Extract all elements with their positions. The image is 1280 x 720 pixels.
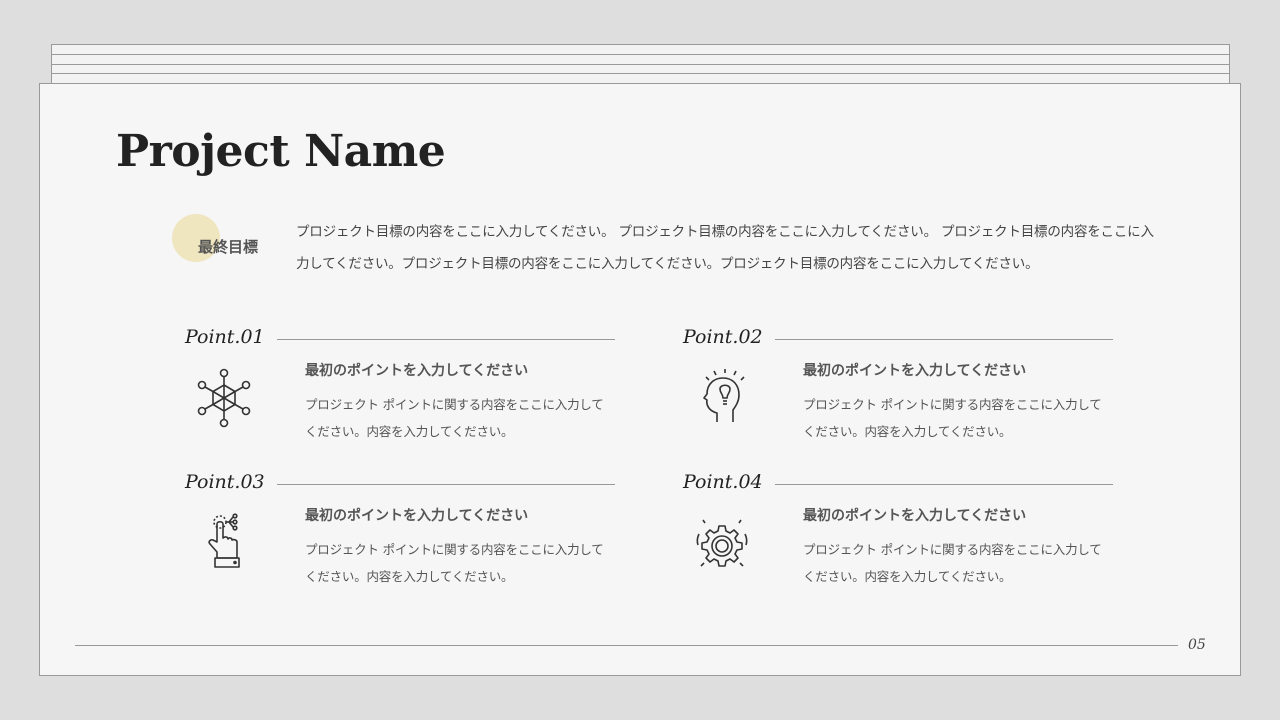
point-card-02: Point.02 最初のポイントを入力してください プロジェクト ポイントに関す… xyxy=(683,325,1123,455)
point-divider xyxy=(775,339,1113,340)
goal-label: 最終目標 xyxy=(198,238,259,256)
gear-icon xyxy=(691,512,753,574)
point-card-03: Point.03 最初のポイントを入力してください プロジェクト ポイントに関す… xyxy=(185,470,625,600)
point-divider xyxy=(277,484,615,485)
point-heading: 最初のポイントを入力してください xyxy=(803,363,1027,379)
point-body: プロジェクト ポイントに関する内容をここに入力してください。内容を入力してくださ… xyxy=(305,542,604,584)
touch-hand-icon xyxy=(193,512,255,574)
goal-text: プロジェクト目標の内容をここに入力してください。 プロジェクト目標の内容をここに… xyxy=(296,224,1154,272)
point-card-04: Point.04 最初のポイントを入力してください プロジェクト ポイントに関す… xyxy=(683,470,1123,600)
point-divider xyxy=(277,339,615,340)
footer-divider xyxy=(75,645,1178,646)
point-card-01: Point.01 最初のポイントを入力してください プロジェクト ポイントに関す… xyxy=(185,325,625,455)
molecule-network-icon xyxy=(193,367,255,429)
head-lightbulb-icon xyxy=(691,367,753,429)
slide-sheet: Project Name 最終目標 プロジェクト目標の内容をここに入力してくださ… xyxy=(39,83,1241,676)
point-label: Point.04 xyxy=(683,471,763,493)
point-divider xyxy=(775,484,1113,485)
point-heading: 最初のポイントを入力してください xyxy=(305,508,529,524)
point-body: プロジェクト ポイントに関する内容をここに入力してください。内容を入力してくださ… xyxy=(803,542,1102,584)
point-label: Point.01 xyxy=(185,326,265,348)
point-heading: 最初のポイントを入力してください xyxy=(305,363,529,379)
page-number: 05 xyxy=(1188,637,1206,653)
point-body: プロジェクト ポイントに関する内容をここに入力してください。内容を入力してくださ… xyxy=(803,397,1102,439)
point-body: プロジェクト ポイントに関する内容をここに入力してください。内容を入力してくださ… xyxy=(305,397,604,439)
point-label: Point.02 xyxy=(683,326,763,348)
point-label: Point.03 xyxy=(185,471,265,493)
point-heading: 最初のポイントを入力してください xyxy=(803,508,1027,524)
page-title: Project Name xyxy=(116,126,446,177)
